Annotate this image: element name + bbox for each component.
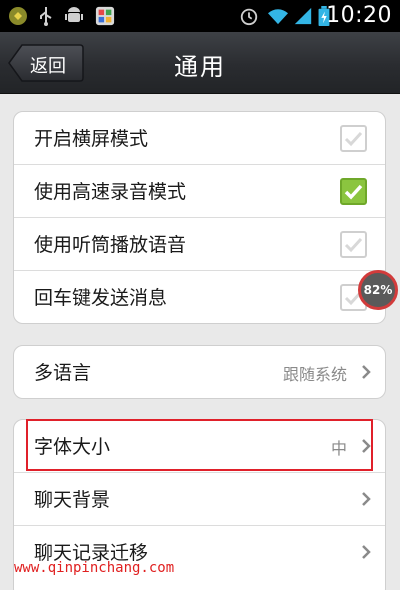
check-icon: [344, 237, 363, 253]
watermark: www.qinpinchang.com: [14, 560, 175, 576]
toggle-label: 开启横屏模式: [34, 128, 149, 150]
language-card: 多语言 跟随系统: [13, 345, 386, 399]
check-icon: [344, 184, 363, 200]
status-bar: 10:20: [0, 0, 400, 32]
alarm-icon: [240, 8, 258, 26]
checkbox[interactable]: [340, 231, 367, 258]
wifi-icon: [268, 9, 288, 25]
title-bar: 返回 通用: [0, 32, 400, 94]
language-row[interactable]: 多语言 跟随系统: [14, 346, 385, 398]
highlight-box: [26, 419, 373, 471]
toggle-row-hq-recording[interactable]: 使用高速录音模式: [14, 165, 385, 218]
toggle-row-enter-send[interactable]: 回车键发送消息: [14, 271, 385, 323]
chevron-right-icon: [362, 492, 371, 506]
toggle-label: 使用高速录音模式: [34, 181, 187, 203]
chevron-right-icon: [362, 545, 371, 559]
toggle-row-landscape[interactable]: 开启横屏模式: [14, 112, 385, 165]
toggle-label: 回车键发送消息: [34, 287, 168, 309]
chat-background-label: 聊天背景: [34, 489, 111, 511]
toggle-settings-card: 开启横屏模式 使用高速录音模式 使用听筒播放语音 回车键发送消息: [13, 111, 386, 324]
chat-background-row[interactable]: 聊天背景: [14, 473, 385, 526]
language-label: 多语言: [34, 362, 92, 384]
checkbox[interactable]: [340, 125, 367, 152]
language-value: 跟随系统: [282, 365, 347, 384]
overlay-badge[interactable]: 82%: [358, 270, 398, 310]
toggle-label: 使用听筒播放语音: [34, 234, 187, 256]
android-icon: [65, 7, 83, 22]
chevron-right-icon: [362, 365, 371, 379]
check-icon: [344, 131, 363, 147]
page-title: 通用: [174, 53, 226, 81]
usb-icon: [40, 7, 52, 26]
clock: 10:20: [326, 3, 392, 28]
app-notification-icon: [95, 6, 115, 26]
checkbox-checked[interactable]: [340, 178, 367, 205]
signal-icon: [294, 7, 312, 25]
android-debug-icon: [9, 7, 27, 25]
toggle-row-earpiece[interactable]: 使用听筒播放语音: [14, 218, 385, 271]
